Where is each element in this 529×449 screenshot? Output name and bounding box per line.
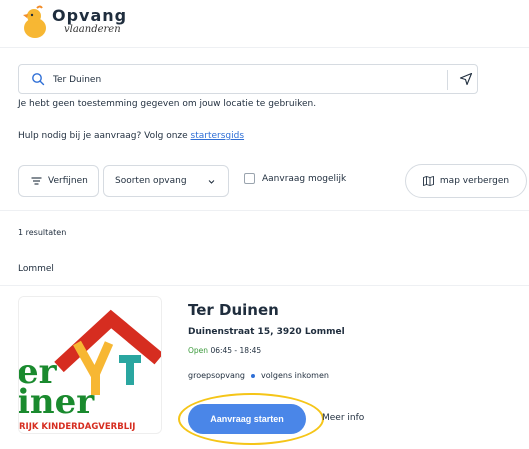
request-possible-filter[interactable]: Aanvraag mogelijk [244, 173, 346, 184]
location-title[interactable]: Ter Duinen [188, 301, 279, 319]
more-info-link[interactable]: Meer info [322, 413, 364, 423]
search-divider [447, 70, 448, 90]
start-request-button[interactable]: Aanvraag starten [188, 404, 306, 434]
chevron-down-icon [208, 180, 215, 184]
logo-title: Opvang [52, 6, 128, 25]
location-permission-message: Je hebt geen toestemming gegeven om jouw… [18, 99, 317, 109]
help-text: Hulp nodig bij je aanvraag? Volg onze st… [18, 131, 244, 141]
search-icon [32, 73, 45, 86]
search-box [18, 64, 478, 94]
open-status: Open [188, 346, 209, 355]
logo[interactable]: Opvang vlaanderen [20, 5, 127, 43]
tag-income-based: volgens inkomen [261, 371, 329, 380]
tag-group-care: groepsopvang [188, 371, 246, 380]
results-count: 1 resultaten [18, 228, 67, 237]
filter-icon [31, 177, 42, 185]
childcare-types-dropdown[interactable]: Soorten opvang [103, 165, 229, 197]
duck-logo-icon [23, 5, 46, 38]
thumb-text-mid: iner [19, 382, 95, 422]
map-icon [422, 176, 434, 186]
location-address: Duinenstraat 15, 3920 Lommel [188, 327, 345, 337]
request-possible-checkbox[interactable] [244, 173, 255, 184]
ter-duinen-logo-image: er iner RIJK KINDERDAGVERBLIJ [19, 297, 161, 433]
location-tags: groepsopvang volgens inkomen [188, 371, 329, 380]
childcare-types-label: Soorten opvang [115, 176, 187, 186]
divider [0, 285, 529, 286]
hide-map-label: map verbergen [439, 176, 510, 186]
divider [0, 210, 529, 211]
refine-button[interactable]: Verfijnen [18, 165, 99, 197]
refine-label: Verfijnen [48, 176, 88, 186]
hide-map-button[interactable]: map verbergen [405, 164, 527, 198]
search-input[interactable] [53, 70, 453, 90]
starters-guide-link[interactable]: startersgids [191, 131, 245, 141]
city-heading: Lommel [18, 264, 54, 274]
opening-hours: Open 06:45 - 18:45 [188, 346, 261, 355]
request-possible-label: Aanvraag mogelijk [262, 173, 347, 184]
location-arrow-icon[interactable] [459, 72, 473, 86]
logo-subtitle: vlaanderen [64, 24, 121, 35]
hours-range: 06:45 - 18:45 [210, 346, 262, 355]
header: Opvang vlaanderen [0, 0, 529, 48]
separator-dot [251, 373, 256, 378]
location-thumbnail[interactable]: er iner RIJK KINDERDAGVERBLIJ [18, 296, 162, 434]
thumb-caption: RIJK KINDERDAGVERBLIJ [19, 422, 135, 432]
help-prefix: Hulp nodig bij je aanvraag? Volg onze [18, 131, 191, 141]
